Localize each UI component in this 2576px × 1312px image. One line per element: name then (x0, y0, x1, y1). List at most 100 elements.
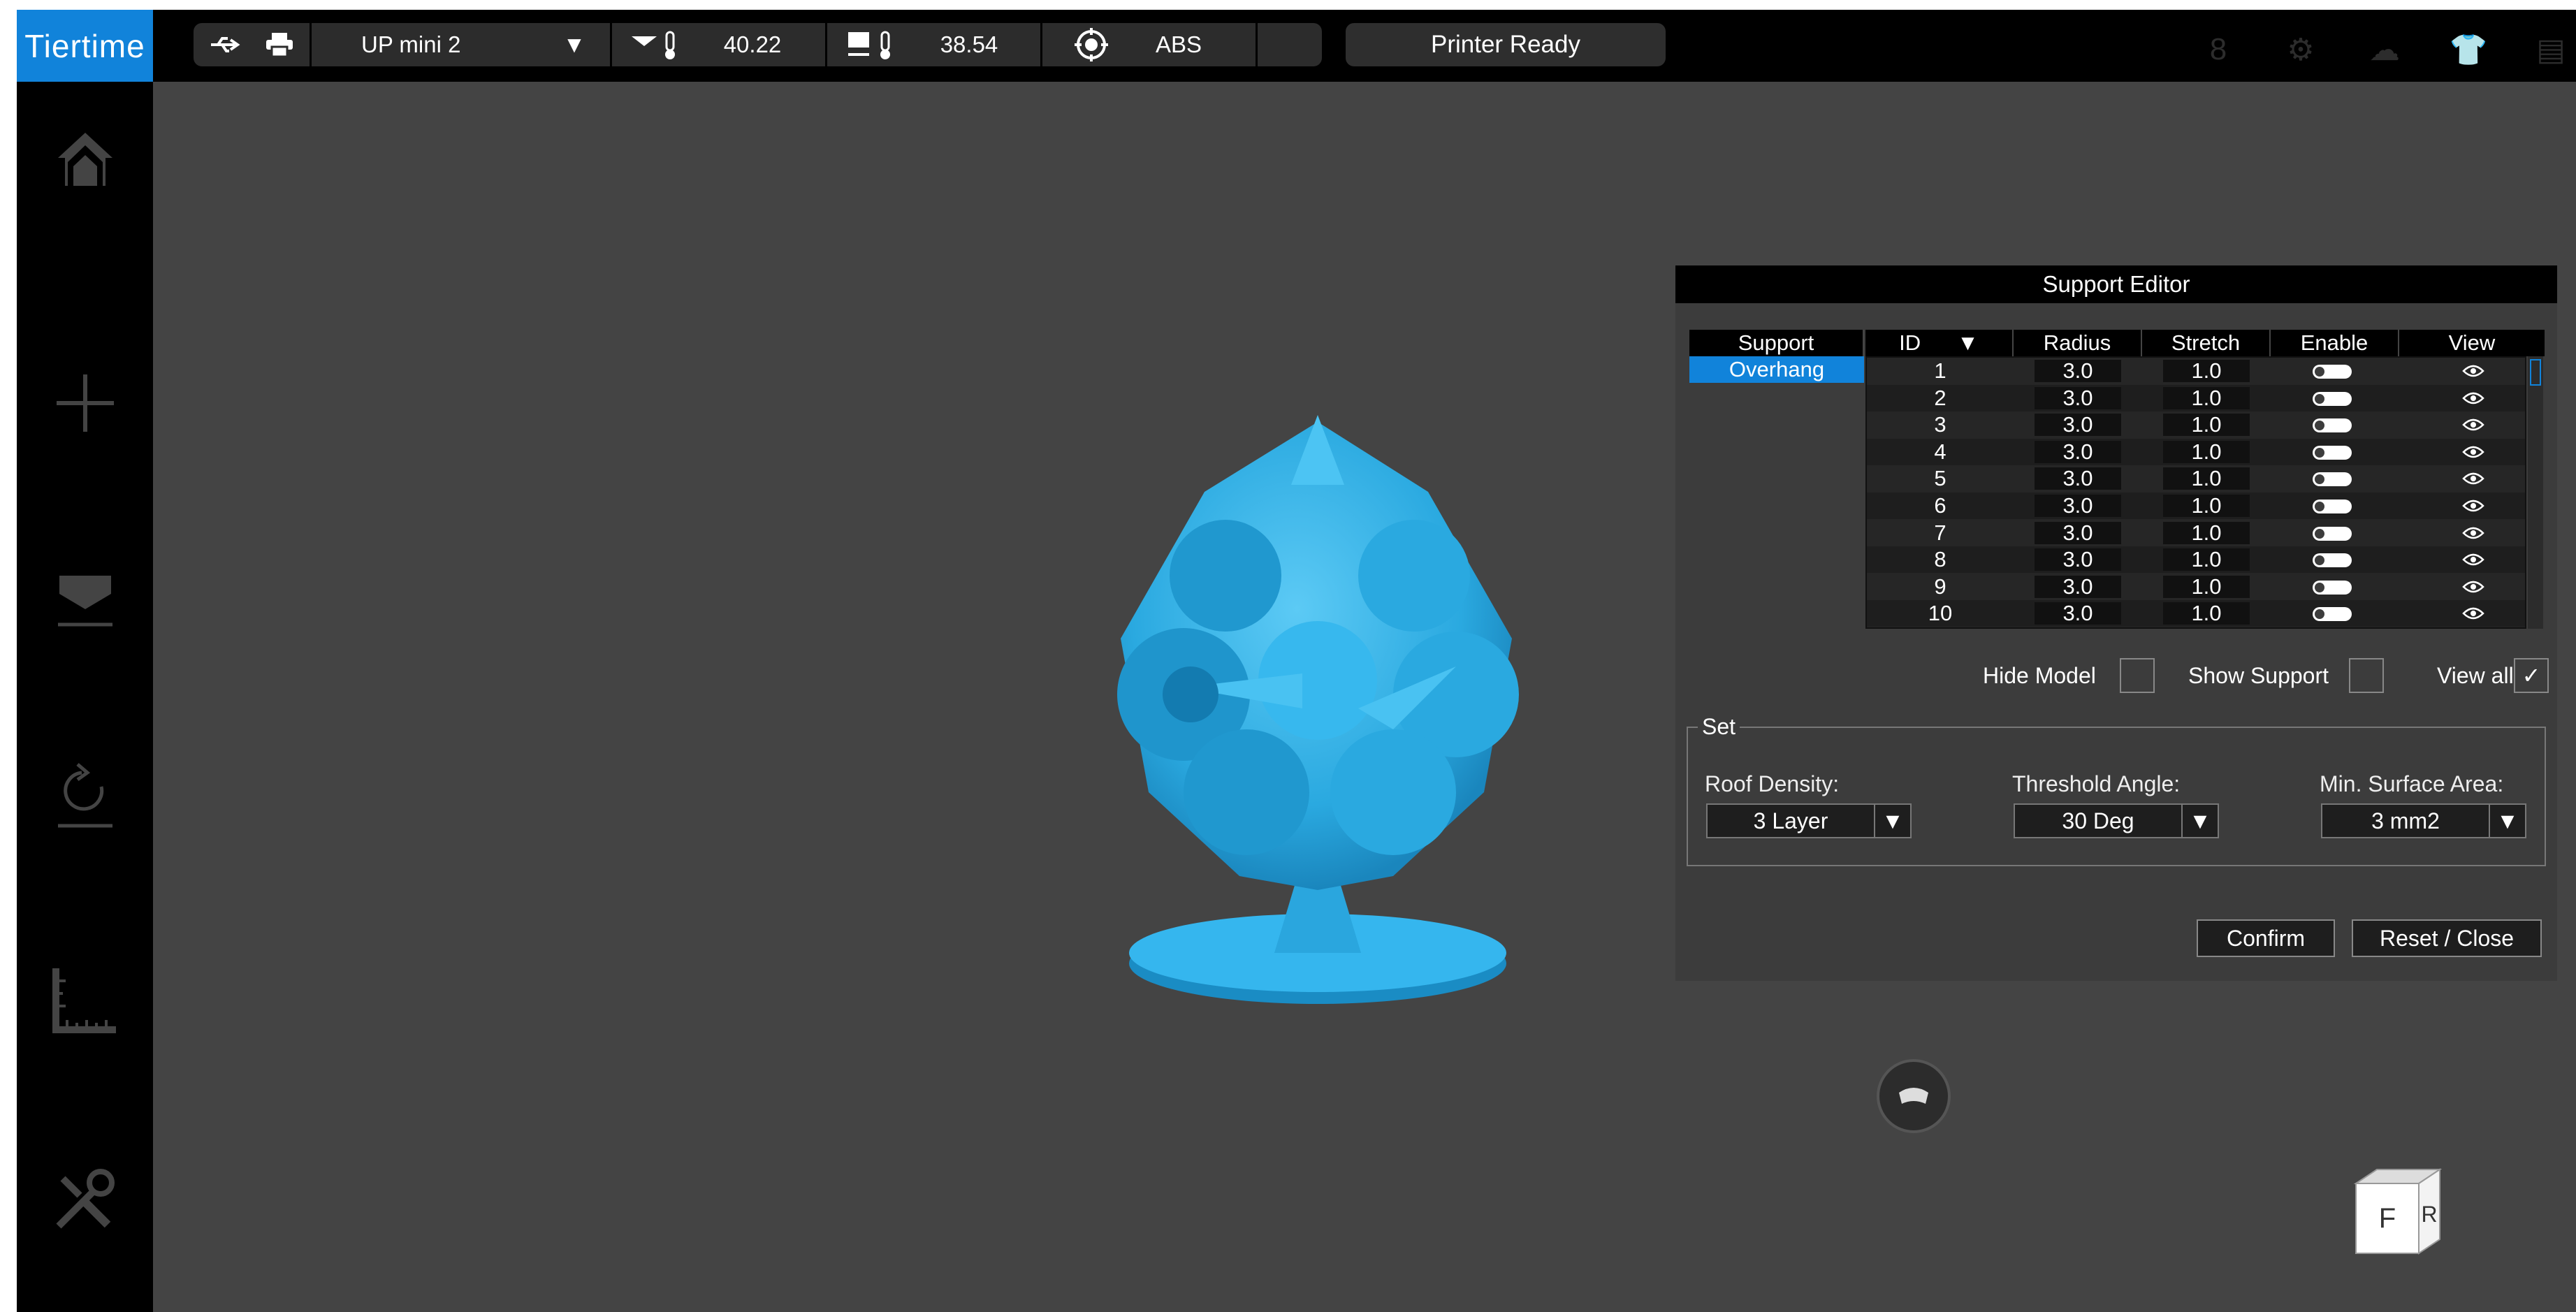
eye-icon[interactable] (2401, 465, 2546, 492)
chevron-down-icon[interactable]: ▼ (2489, 805, 2525, 837)
row-radius[interactable]: 3.0 (2035, 439, 2121, 464)
chevron-down-icon[interactable]: ▼ (1874, 805, 1910, 837)
enable-toggle[interactable] (2313, 607, 2352, 622)
measure-icon[interactable] (43, 959, 127, 1042)
eye-icon[interactable] (2401, 574, 2546, 600)
cloud-icon[interactable]: ☁ (2366, 31, 2403, 68)
settings-icon[interactable]: ⚙ (2282, 31, 2320, 68)
eye-icon[interactable] (2401, 358, 2546, 384)
table-scrollbar[interactable] (2528, 356, 2543, 629)
navigation-gizmo[interactable] (1877, 1059, 1951, 1133)
calibrate-icon[interactable] (43, 752, 127, 836)
enable-toggle[interactable] (2313, 365, 2352, 379)
eye-icon[interactable] (2401, 493, 2546, 519)
enable-toggle[interactable] (2313, 418, 2352, 433)
row-radius[interactable]: 3.0 (2035, 412, 2121, 437)
table-row[interactable]: 8 3.0 1.0 (1867, 546, 2525, 574)
row-stretch[interactable]: 1.0 (2163, 386, 2250, 410)
support-editor-dialog: Support Editor Support ID ▼ Radius Stret… (1675, 265, 2557, 981)
table-row[interactable]: 5 3.0 1.0 (1867, 465, 2525, 492)
row-radius[interactable]: 3.0 (2035, 520, 2121, 545)
enable-toggle[interactable] (2313, 526, 2352, 541)
row-stretch[interactable]: 1.0 (2163, 601, 2250, 625)
table-row[interactable]: 6 3.0 1.0 (1867, 493, 2525, 519)
table-row[interactable]: 4 3.0 1.0 (1867, 438, 2525, 465)
shirt-icon[interactable]: 👕 (2450, 31, 2488, 68)
view-cube[interactable]: F R (2349, 1162, 2447, 1260)
print-icon[interactable] (43, 553, 127, 637)
header-view[interactable]: View (2399, 330, 2545, 356)
enable-toggle[interactable] (2313, 445, 2352, 460)
row-radius[interactable]: 3.0 (2035, 574, 2121, 599)
app-window: Tiertime UP mini 2 ▼ 40.22 38.54 ABS Pri… (17, 10, 2576, 1312)
printer-name[interactable]: UP mini 2 (361, 23, 501, 66)
chevron-down-icon[interactable]: ▼ (2181, 805, 2218, 837)
min-surface-area-label: Min. Surface Area: (2320, 771, 2504, 796)
row-radius[interactable]: 3.0 (2035, 386, 2121, 410)
home-icon[interactable] (43, 117, 127, 201)
row-stretch[interactable]: 1.0 (2163, 439, 2250, 464)
row-stretch[interactable]: 1.0 (2163, 493, 2250, 518)
eye-icon[interactable] (2401, 439, 2546, 465)
hide-model-checkbox[interactable] (2120, 658, 2155, 693)
dropdown-arrow-icon[interactable]: ▼ (557, 23, 592, 66)
table-row[interactable]: 10 3.0 1.0 (1867, 600, 2525, 627)
threshold-angle-select[interactable]: 30 Deg ▼ (2014, 803, 2219, 838)
scrollbar-thumb[interactable] (2530, 359, 2541, 386)
confirm-button[interactable]: Confirm (2197, 919, 2335, 957)
material-value[interactable]: ABS (1130, 23, 1228, 66)
printer-icon[interactable] (255, 23, 304, 66)
support-type-overhang[interactable]: Overhang (1689, 356, 1864, 383)
row-stretch[interactable]: 1.0 (2163, 574, 2250, 599)
bed-temp-value: 38.54 (940, 31, 998, 57)
row-stretch[interactable]: 1.0 (2163, 412, 2250, 437)
header-enable[interactable]: Enable (2271, 330, 2399, 356)
view-cube-front[interactable]: F (2356, 1183, 2419, 1253)
left-sidebar (17, 82, 153, 1312)
row-stretch[interactable]: 1.0 (2163, 520, 2250, 545)
table-row[interactable]: 7 3.0 1.0 (1867, 520, 2525, 546)
eye-icon[interactable] (2401, 411, 2546, 438)
header-radius[interactable]: Radius (2014, 330, 2142, 356)
row-radius[interactable]: 3.0 (2035, 466, 2121, 490)
reset-close-button[interactable]: Reset / Close (2352, 919, 2542, 957)
row-radius[interactable]: 3.0 (2035, 601, 2121, 625)
eye-icon[interactable] (2401, 600, 2546, 627)
tiertime-logo: Tiertime (17, 10, 153, 82)
view-cube-right[interactable]: R (2419, 1179, 2440, 1249)
table-row[interactable]: 2 3.0 1.0 (1867, 384, 2525, 411)
enable-toggle[interactable] (2313, 500, 2352, 513)
row-stretch[interactable]: 1.0 (2163, 547, 2250, 571)
row-stretch[interactable]: 1.0 (2163, 358, 2250, 383)
sort-arrow-icon[interactable]: ▼ (1957, 330, 1979, 356)
row-radius[interactable]: 3.0 (2035, 493, 2121, 518)
printer-status: Printer Ready (1346, 23, 1666, 66)
row-radius[interactable]: 3.0 (2035, 358, 2121, 383)
printer-info-bar: UP mini 2 ▼ 40.22 38.54 ABS (194, 23, 1322, 66)
eye-icon[interactable] (2401, 546, 2546, 573)
table-row[interactable]: 1 3.0 1.0 (1867, 358, 2525, 384)
enable-toggle[interactable] (2313, 553, 2352, 568)
min-surface-area-select[interactable]: 3 mm2 ▼ (2321, 803, 2526, 838)
enable-toggle[interactable] (2313, 391, 2352, 406)
user-icon[interactable]: 8 (2199, 31, 2237, 68)
notes-icon[interactable]: ▤ (2532, 31, 2570, 68)
view-all-checkbox[interactable]: ✓ (2514, 658, 2549, 693)
eye-icon[interactable] (2401, 385, 2546, 411)
eye-icon[interactable] (2401, 520, 2546, 546)
header-support[interactable]: Support (1689, 330, 1864, 356)
usb-icon[interactable] (201, 23, 249, 66)
3d-model[interactable] (1065, 401, 1575, 1030)
header-id[interactable]: ID ▼ (1865, 330, 2014, 356)
show-support-checkbox[interactable] (2349, 658, 2384, 693)
tools-icon[interactable] (43, 1158, 127, 1241)
enable-toggle[interactable] (2313, 580, 2352, 595)
row-stretch[interactable]: 1.0 (2163, 466, 2250, 490)
header-stretch[interactable]: Stretch (2142, 330, 2271, 356)
add-icon[interactable] (43, 361, 127, 445)
table-row[interactable]: 9 3.0 1.0 (1867, 574, 2525, 600)
table-row[interactable]: 3 3.0 1.0 (1867, 411, 2525, 438)
row-radius[interactable]: 3.0 (2035, 547, 2121, 571)
roof-density-select[interactable]: 3 Layer ▼ (1706, 803, 1912, 838)
enable-toggle[interactable] (2313, 472, 2352, 487)
